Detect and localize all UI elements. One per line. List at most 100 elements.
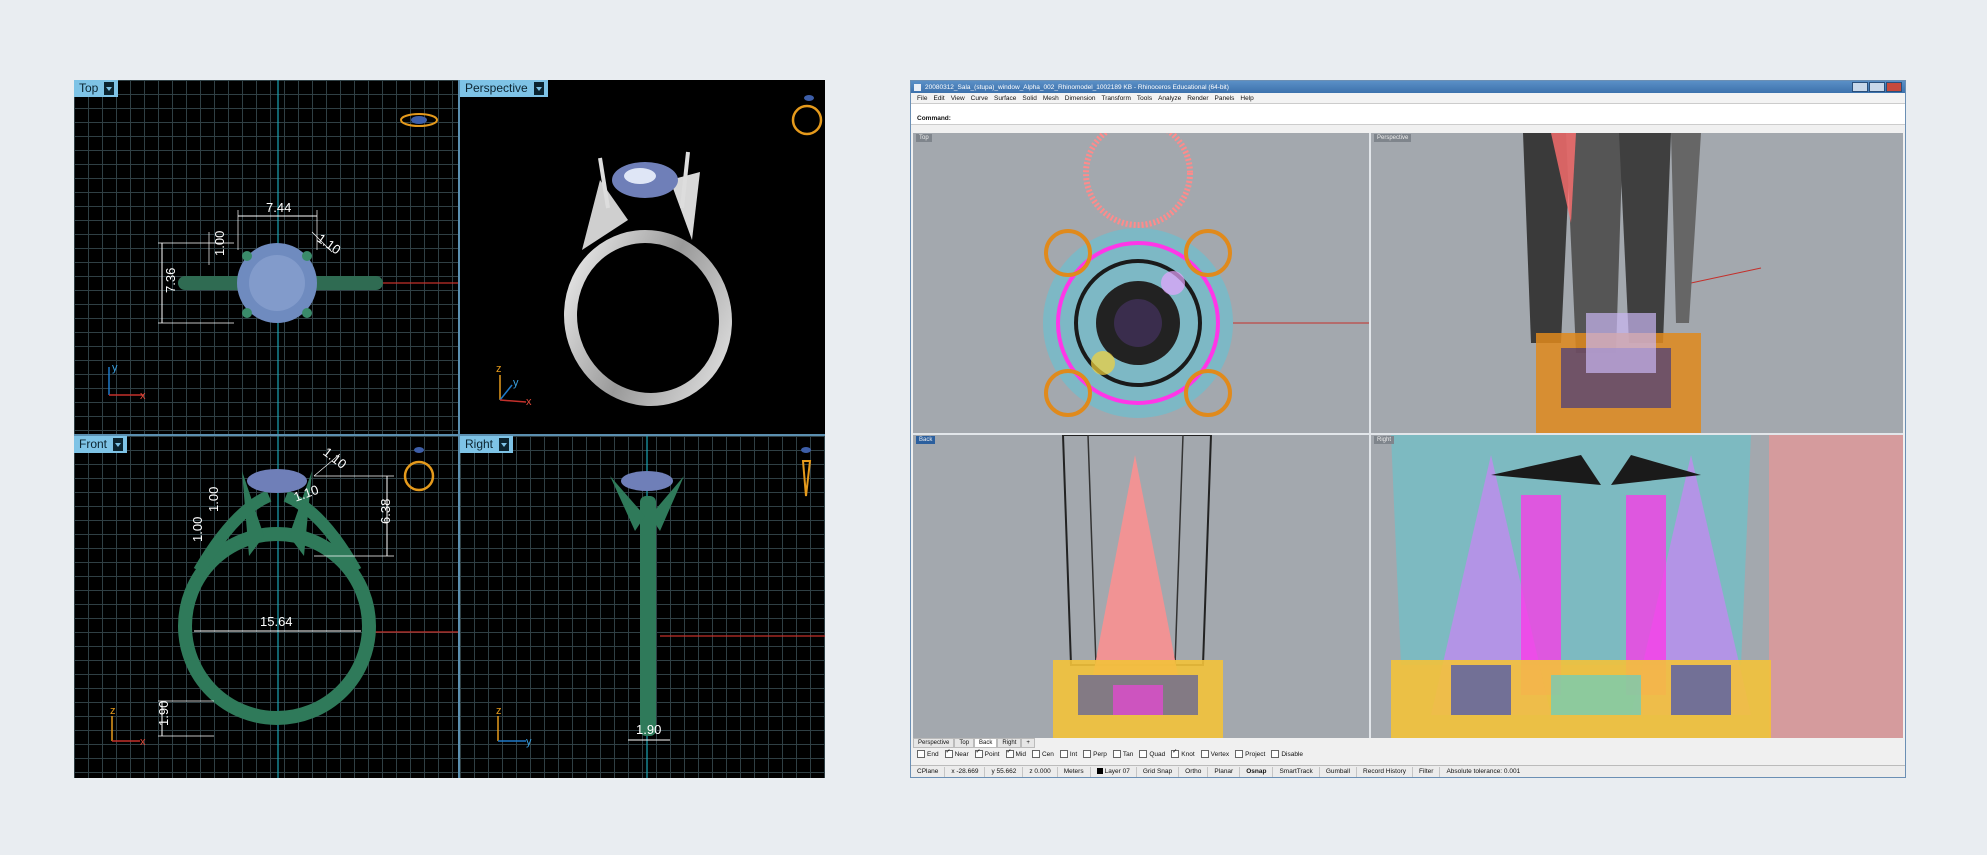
rhino-viewport-perspective[interactable]: Perspective <box>1371 133 1903 433</box>
right-view-drawing: 1.90 z y <box>496 436 825 778</box>
osnap-disable[interactable]: Disable <box>1271 750 1303 758</box>
rhino-viewport-back[interactable]: Back <box>913 435 1369 738</box>
menu-item-dimension[interactable]: Dimension <box>1065 95 1096 102</box>
axis-z-label: z <box>496 705 502 717</box>
rhino-viewport-divider-vertical[interactable] <box>1369 133 1371 738</box>
osnap-checkbox[interactable] <box>1200 750 1209 758</box>
osnap-checkbox[interactable] <box>1271 750 1280 758</box>
axis-z-label: z <box>496 363 502 375</box>
planar-toggle[interactable]: Planar <box>1208 766 1241 777</box>
viewport-perspective[interactable]: z y x Perspective <box>460 80 825 434</box>
osnap-near[interactable]: Near <box>944 748 969 758</box>
osnap-checkbox[interactable] <box>1139 750 1148 758</box>
osnap-checkbox[interactable] <box>1005 748 1014 758</box>
viewport-tab-perspective[interactable]: Perspective <box>460 80 548 97</box>
menu-item-tools[interactable]: Tools <box>1137 95 1152 102</box>
rhino-viewport-tab-perspective[interactable]: Perspective <box>1374 134 1412 142</box>
gumball-toggle[interactable]: Gumball <box>1320 766 1358 777</box>
ortho-toggle[interactable]: Ortho <box>1179 766 1209 777</box>
osnap-project[interactable]: Project <box>1235 750 1265 758</box>
chevron-down-icon[interactable] <box>533 82 544 95</box>
osnap-checkbox[interactable] <box>1171 748 1180 758</box>
osnap-point[interactable]: Point <box>974 748 1000 758</box>
minimize-button[interactable] <box>1852 82 1868 92</box>
osnap-tan[interactable]: Tan <box>1112 750 1134 758</box>
osnap-int[interactable]: Int <box>1059 750 1078 758</box>
viewport-tab-right[interactable]: Right <box>997 738 1022 748</box>
stupa-perspective-view <box>1523 133 1762 433</box>
viewport-divider-vertical[interactable] <box>458 80 460 778</box>
rhino-viewport-tab-back[interactable]: Back <box>916 436 936 444</box>
dim-front-height: 6.38 <box>378 499 393 524</box>
menu-item-render[interactable]: Render <box>1187 95 1208 102</box>
osnap-perp[interactable]: Perp <box>1083 750 1107 758</box>
menu-item-analyze[interactable]: Analyze <box>1158 95 1181 102</box>
viewport-top[interactable]: 7.44 7.36 1.00 1.10 y x Top <box>74 80 458 434</box>
osnap-knot[interactable]: Knot <box>1171 748 1195 758</box>
status-z-coordinate: z 0.000 <box>1023 766 1058 777</box>
viewport-tab-perspective[interactable]: Perspective <box>913 738 955 748</box>
chevron-down-icon[interactable] <box>104 82 115 95</box>
osnap-checkbox[interactable] <box>1031 750 1040 758</box>
osnap-cen[interactable]: Cen <box>1031 750 1054 758</box>
rhino-viewport-right[interactable]: Right <box>1371 435 1903 738</box>
command-prompt-label: Command: <box>917 115 951 122</box>
grid-snap-toggle[interactable]: Grid Snap <box>1137 766 1180 777</box>
osnap-quad[interactable]: Quad <box>1139 750 1165 758</box>
osnap-checkbox[interactable] <box>1083 750 1092 758</box>
osnap-checkbox[interactable] <box>1235 750 1244 758</box>
rhino-viewport-top[interactable]: Top <box>913 133 1369 433</box>
command-history-area[interactable]: Command: <box>911 103 1905 125</box>
menu-item-edit[interactable]: Edit <box>933 95 944 102</box>
osnap-end[interactable]: End <box>917 750 939 758</box>
viewport-tab-right[interactable]: Right <box>460 436 514 453</box>
viewport-tab-back[interactable]: Back <box>974 738 998 748</box>
osnap-checkbox[interactable] <box>1112 750 1121 758</box>
smarttrack-toggle[interactable]: SmartTrack <box>1273 766 1320 777</box>
rhino-viewport-tab-right[interactable]: Right <box>1374 436 1395 444</box>
status-cplane[interactable]: CPlane <box>911 766 946 777</box>
osnap-mid[interactable]: Mid <box>1005 748 1026 758</box>
viewport-tab-top[interactable]: Top <box>74 80 119 97</box>
chevron-down-icon[interactable] <box>113 438 124 451</box>
rhino-viewport-tab-top[interactable]: Top <box>916 134 932 142</box>
record-history-toggle[interactable]: Record History <box>1357 766 1414 777</box>
maximize-button[interactable] <box>1869 82 1885 92</box>
viewport-right[interactable]: 1.90 z y Right <box>460 436 825 778</box>
menu-item-mesh[interactable]: Mesh <box>1043 95 1059 102</box>
viewport-label: Front <box>79 437 108 451</box>
axis-y-label: y <box>112 362 118 374</box>
menu-item-curve[interactable]: Curve <box>971 95 988 102</box>
menu-item-surface[interactable]: Surface <box>994 95 1016 102</box>
menu-item-solid[interactable]: Solid <box>1022 95 1036 102</box>
top-view-drawing: 7.44 7.36 1.00 1.10 y x <box>108 80 458 434</box>
rhino-viewport-divider-horizontal[interactable] <box>913 433 1903 435</box>
menu-item-transform[interactable]: Transform <box>1102 95 1131 102</box>
rhino-viewport-area: Top Perspective Back Right <box>913 133 1903 738</box>
menu-item-view[interactable]: View <box>951 95 965 102</box>
menu-item-file[interactable]: File <box>917 95 927 102</box>
chevron-down-icon[interactable] <box>499 438 510 451</box>
status-y-coordinate: y 55.662 <box>985 766 1024 777</box>
osnap-label: Int <box>1069 750 1078 758</box>
osnap-label: Tan <box>1122 750 1134 758</box>
osnap-vertex[interactable]: Vertex <box>1200 750 1229 758</box>
menu-item-panels[interactable]: Panels <box>1215 95 1235 102</box>
status-units[interactable]: Meters <box>1058 766 1091 777</box>
osnap-checkbox[interactable] <box>974 748 983 758</box>
filter-toggle[interactable]: Filter <box>1413 766 1441 777</box>
osnap-checkbox[interactable] <box>1059 750 1068 758</box>
viewport-tab-front[interactable]: Front <box>74 436 128 453</box>
status-layer[interactable]: Layer 07 <box>1091 766 1137 777</box>
dim-top-width: 7.44 <box>266 200 291 215</box>
add-viewport-tab-button[interactable]: + <box>1021 738 1035 748</box>
menu-item-help[interactable]: Help <box>1240 95 1253 102</box>
viewport-front[interactable]: 15.64 6.38 1.90 1.10 1.00 1.10 1.00 z x … <box>74 436 458 778</box>
osnap-checkbox[interactable] <box>917 750 925 758</box>
osnap-checkbox[interactable] <box>944 748 953 758</box>
close-button[interactable] <box>1886 82 1902 92</box>
viewport-tab-top[interactable]: Top <box>954 738 975 748</box>
viewport-divider-horizontal[interactable] <box>74 434 825 436</box>
osnap-toggle[interactable]: Osnap <box>1240 766 1274 777</box>
viewport-label: Right <box>465 437 494 451</box>
